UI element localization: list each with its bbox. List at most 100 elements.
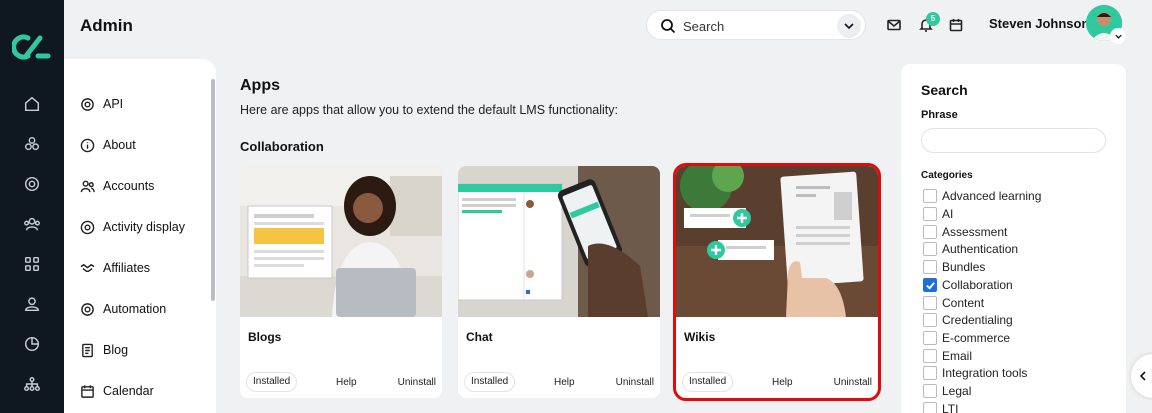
blogs-thumbnail (240, 166, 442, 317)
page-title: Admin (80, 16, 133, 35)
users-icon (80, 180, 95, 192)
category-label: Credentialing (942, 313, 1013, 327)
collapse-panel-button[interactable] (1131, 354, 1152, 398)
category-checkbox[interactable]: Content (923, 295, 984, 311)
global-search[interactable] (646, 10, 866, 40)
category-checkbox[interactable]: Advanced learning (923, 188, 1041, 204)
card-title: Wikis (684, 330, 716, 344)
category-checkbox[interactable]: Bundles (923, 259, 985, 275)
notification-badge: 5 (926, 12, 940, 26)
search-icon (660, 18, 676, 34)
categories-label: Categories (921, 170, 973, 181)
card-title: Chat (466, 330, 493, 344)
brand-logo[interactable] (11, 32, 52, 62)
menu-item-accounts[interactable]: Accounts (80, 176, 154, 196)
checkbox[interactable] (923, 260, 937, 274)
phrase-label: Phrase (921, 109, 958, 121)
category-label: E-commerce (942, 331, 1011, 345)
nav-rail (0, 0, 64, 413)
menu-item-calendar[interactable]: Calendar (80, 381, 154, 401)
category-label: Integration tools (942, 366, 1028, 380)
checkbox[interactable] (923, 189, 937, 203)
category-checkbox[interactable]: LTI (923, 401, 958, 413)
checkbox[interactable] (923, 384, 937, 398)
app-card-chat[interactable]: Chat Installed Help Uninstall (458, 166, 660, 398)
category-label: Collaboration (942, 278, 1013, 292)
menu-item-about[interactable]: About (80, 135, 136, 155)
user-icon[interactable] (21, 293, 43, 315)
chat-thumbnail (458, 166, 660, 317)
search-input[interactable] (683, 17, 833, 35)
menu-item-label: Affiliates (103, 261, 151, 275)
menu-item-automation[interactable]: Automation (80, 299, 166, 319)
category-checkbox[interactable]: E-commerce (923, 330, 1010, 346)
checkbox[interactable] (923, 366, 937, 380)
category-checkbox[interactable]: Legal (923, 383, 971, 399)
document-icon (82, 343, 93, 357)
help-link[interactable]: Help (336, 377, 357, 388)
calendar-icon (81, 384, 94, 398)
chevron-down-icon[interactable] (1110, 28, 1126, 44)
groups-icon[interactable] (21, 213, 43, 235)
checkbox[interactable] (923, 331, 937, 345)
category-label: LTI (942, 402, 959, 413)
chevron-down-icon[interactable] (837, 14, 861, 38)
checkbox[interactable] (923, 313, 937, 327)
hierarchy-icon[interactable] (21, 373, 43, 395)
target-icon (80, 220, 95, 234)
category-label: Authentication (942, 242, 1019, 256)
uninstall-link[interactable]: Uninstall (616, 377, 654, 388)
app-card-wikis[interactable]: Wikis Installed Help Uninstall (673, 163, 881, 401)
uninstall-link[interactable]: Uninstall (398, 377, 436, 388)
checkbox[interactable] (923, 207, 937, 221)
user-name[interactable]: Steven Johnson (989, 16, 1089, 31)
uninstall-link[interactable]: Uninstall (834, 377, 872, 388)
category-label: Assessment (942, 225, 1008, 239)
section-heading: Apps (240, 77, 280, 94)
gear-icon (81, 302, 94, 316)
target-icon[interactable] (21, 173, 43, 195)
checkbox[interactable] (923, 402, 937, 413)
info-icon (80, 138, 95, 152)
checkbox[interactable] (923, 349, 937, 363)
wikis-thumbnail (676, 166, 878, 317)
checkbox[interactable] (923, 296, 937, 310)
category-checkbox[interactable]: Email (923, 348, 972, 364)
installed-badge: Installed (682, 372, 734, 392)
mail-icon[interactable] (886, 17, 902, 33)
handshake-icon (80, 263, 95, 272)
grid-icon[interactable] (21, 253, 43, 275)
gear-icon (81, 97, 94, 111)
menu-item-activity-display[interactable]: Activity display (80, 217, 185, 237)
filter-panel: Search Phrase Categories Advanced learni… (901, 64, 1126, 413)
category-checkbox[interactable]: Assessment (923, 224, 1007, 240)
category-checkbox[interactable]: Authentication (923, 241, 1018, 257)
category-label: Content (942, 296, 985, 310)
category-checkbox[interactable]: Credentialing (923, 312, 1013, 328)
category-label: Bundles (942, 260, 986, 274)
phrase-input[interactable] (921, 128, 1106, 153)
calendar-icon[interactable] (948, 17, 964, 33)
chevron-left-icon (1139, 371, 1146, 381)
menu-item-blog[interactable]: Blog (80, 340, 128, 360)
menu-item-label: Automation (103, 302, 167, 316)
menu-item-api[interactable]: API (80, 94, 123, 114)
menu-item-label: Accounts (103, 179, 155, 193)
admin-menu: API About Accounts Activity display Affi… (64, 59, 216, 413)
reports-icon[interactable] (21, 333, 43, 355)
help-link[interactable]: Help (554, 377, 575, 388)
category-checkbox[interactable]: Collaboration (923, 277, 1013, 293)
checkbox-checked[interactable] (923, 278, 937, 292)
checkbox[interactable] (923, 225, 937, 239)
checkbox[interactable] (923, 242, 937, 256)
menu-item-affiliates[interactable]: Affiliates (80, 258, 150, 278)
home-icon[interactable] (21, 93, 43, 115)
app-card-blogs[interactable]: Blogs Installed Help Uninstall (240, 166, 442, 398)
category-checkbox[interactable]: Integration tools (923, 365, 1027, 381)
courses-icon[interactable] (21, 133, 43, 155)
category-checkbox[interactable]: AI (923, 206, 953, 222)
menu-item-label: About (103, 138, 136, 152)
help-link[interactable]: Help (772, 377, 793, 388)
menu-scrollbar[interactable] (211, 79, 215, 301)
installed-badge: Installed (464, 372, 516, 392)
